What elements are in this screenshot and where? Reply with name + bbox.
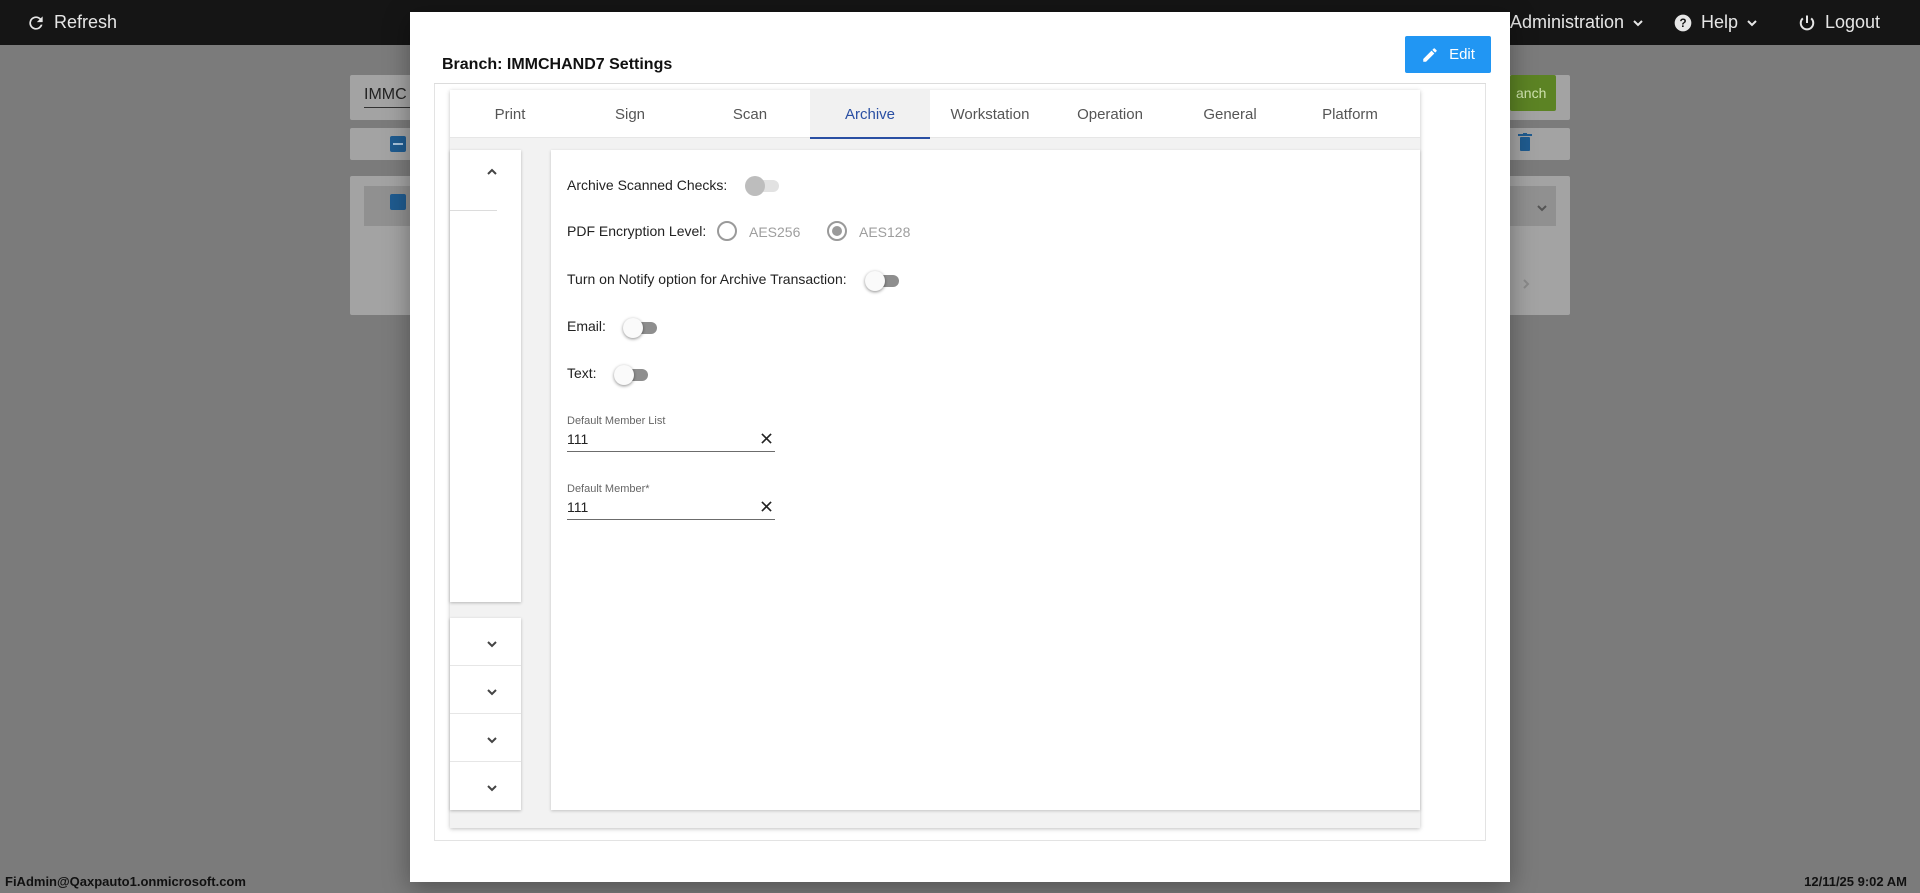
chevron-right-icon bbox=[1523, 279, 1530, 289]
trash-icon bbox=[1518, 133, 1532, 151]
notify-archive-label: Turn on Notify option for Archive Transa… bbox=[567, 271, 847, 287]
archive-scanned-checks-toggle[interactable] bbox=[745, 175, 779, 196]
field-underline bbox=[567, 451, 775, 452]
text-label: Text: bbox=[567, 365, 597, 381]
dialog-title: Branch: IMMCHAND7 Settings bbox=[442, 56, 673, 73]
default-member-list-field: Default Member List bbox=[567, 415, 775, 455]
administration-label: Administration bbox=[1510, 12, 1625, 32]
text-toggle[interactable] bbox=[614, 364, 648, 385]
chevron-down-icon bbox=[1537, 205, 1547, 212]
help-menu[interactable]: ? Help bbox=[1673, 0, 1758, 45]
notify-archive-toggle[interactable] bbox=[865, 270, 899, 291]
tab-scan[interactable]: Scan bbox=[690, 90, 810, 138]
aes256-label: AES256 bbox=[749, 224, 801, 240]
side-panel-item[interactable] bbox=[450, 714, 521, 762]
power-icon bbox=[1799, 15, 1815, 30]
tab-print[interactable]: Print bbox=[450, 90, 570, 138]
default-member-label: Default Member* bbox=[567, 483, 650, 495]
status-datetime: 12/11/25 9:02 AM bbox=[1804, 874, 1907, 889]
side-panel-item[interactable] bbox=[450, 762, 521, 810]
settings-tab-bar: Print Sign Scan Archive Workstation Oper… bbox=[450, 90, 1420, 139]
toggle-knob bbox=[745, 176, 765, 196]
side-panel-collapsed-list bbox=[450, 618, 521, 810]
email-label: Email: bbox=[567, 318, 606, 334]
toggle-knob bbox=[865, 271, 885, 291]
field-underline bbox=[567, 519, 775, 520]
close-icon[interactable] bbox=[761, 433, 772, 444]
chevron-down-icon bbox=[487, 737, 497, 744]
tab-sign[interactable]: Sign bbox=[570, 90, 690, 138]
svg-text:?: ? bbox=[1679, 17, 1686, 30]
email-toggle[interactable] bbox=[623, 317, 657, 338]
chevron-up-icon[interactable] bbox=[486, 166, 498, 178]
aes128-radio[interactable] bbox=[827, 221, 847, 241]
chevron-down-icon bbox=[1747, 19, 1757, 26]
aes256-radio[interactable] bbox=[717, 221, 737, 241]
administration-menu[interactable]: Administration bbox=[1510, 0, 1644, 45]
tab-operation[interactable]: Operation bbox=[1050, 90, 1170, 138]
help-icon: ? bbox=[1674, 14, 1692, 31]
tab-general[interactable]: General bbox=[1170, 90, 1290, 138]
tab-workstation[interactable]: Workstation bbox=[930, 90, 1050, 138]
chevron-down-icon bbox=[487, 785, 497, 792]
archive-scanned-checks-label: Archive Scanned Checks: bbox=[567, 177, 728, 193]
pencil-icon bbox=[1423, 47, 1437, 62]
chevron-down-icon bbox=[487, 689, 497, 696]
branch-settings-dialog: Branch: IMMCHAND7 Settings Edit Print Si… bbox=[410, 12, 1510, 882]
aes128-label: AES128 bbox=[859, 224, 911, 240]
edit-button[interactable]: Edit bbox=[1405, 36, 1491, 73]
settings-tabs-container: Print Sign Scan Archive Workstation Oper… bbox=[450, 90, 1420, 828]
logout-label: Logout bbox=[1825, 12, 1881, 32]
refresh-button[interactable]: Refresh bbox=[26, 0, 117, 45]
refresh-label: Refresh bbox=[54, 12, 118, 32]
row-checkbox bbox=[390, 194, 406, 210]
default-member-field: Default Member* bbox=[567, 483, 775, 523]
toggle-knob bbox=[614, 365, 634, 385]
pdf-encryption-label: PDF Encryption Level: bbox=[567, 223, 707, 239]
status-user: FiAdmin@Qaxpauto1.onmicrosoft.com bbox=[5, 874, 246, 889]
archive-settings-panel: Archive Scanned Checks: PDF Encryption L… bbox=[551, 150, 1420, 810]
side-panel-item[interactable] bbox=[450, 666, 521, 714]
chevron-down-icon bbox=[1633, 19, 1643, 26]
side-panel-item[interactable] bbox=[450, 618, 521, 666]
default-member-list-label: Default Member List bbox=[567, 415, 666, 427]
select-all-checkbox bbox=[390, 136, 406, 152]
side-panel-divider bbox=[450, 210, 497, 211]
chevron-down-icon bbox=[487, 641, 497, 648]
tab-archive[interactable]: Archive bbox=[810, 90, 930, 139]
close-icon[interactable] bbox=[761, 501, 772, 512]
background-search-value: IMMC bbox=[364, 86, 407, 103]
toggle-knob bbox=[623, 318, 643, 338]
edit-label: Edit bbox=[1449, 46, 1475, 63]
logout-button[interactable]: Logout bbox=[1797, 0, 1880, 45]
default-member-input[interactable] bbox=[567, 497, 751, 517]
default-member-list-input[interactable] bbox=[567, 429, 751, 449]
help-label: Help bbox=[1701, 12, 1739, 32]
side-panel-expanded bbox=[450, 150, 521, 602]
refresh-icon bbox=[29, 15, 43, 30]
tab-platform[interactable]: Platform bbox=[1290, 90, 1410, 138]
background-search-button: anch bbox=[1510, 75, 1556, 111]
